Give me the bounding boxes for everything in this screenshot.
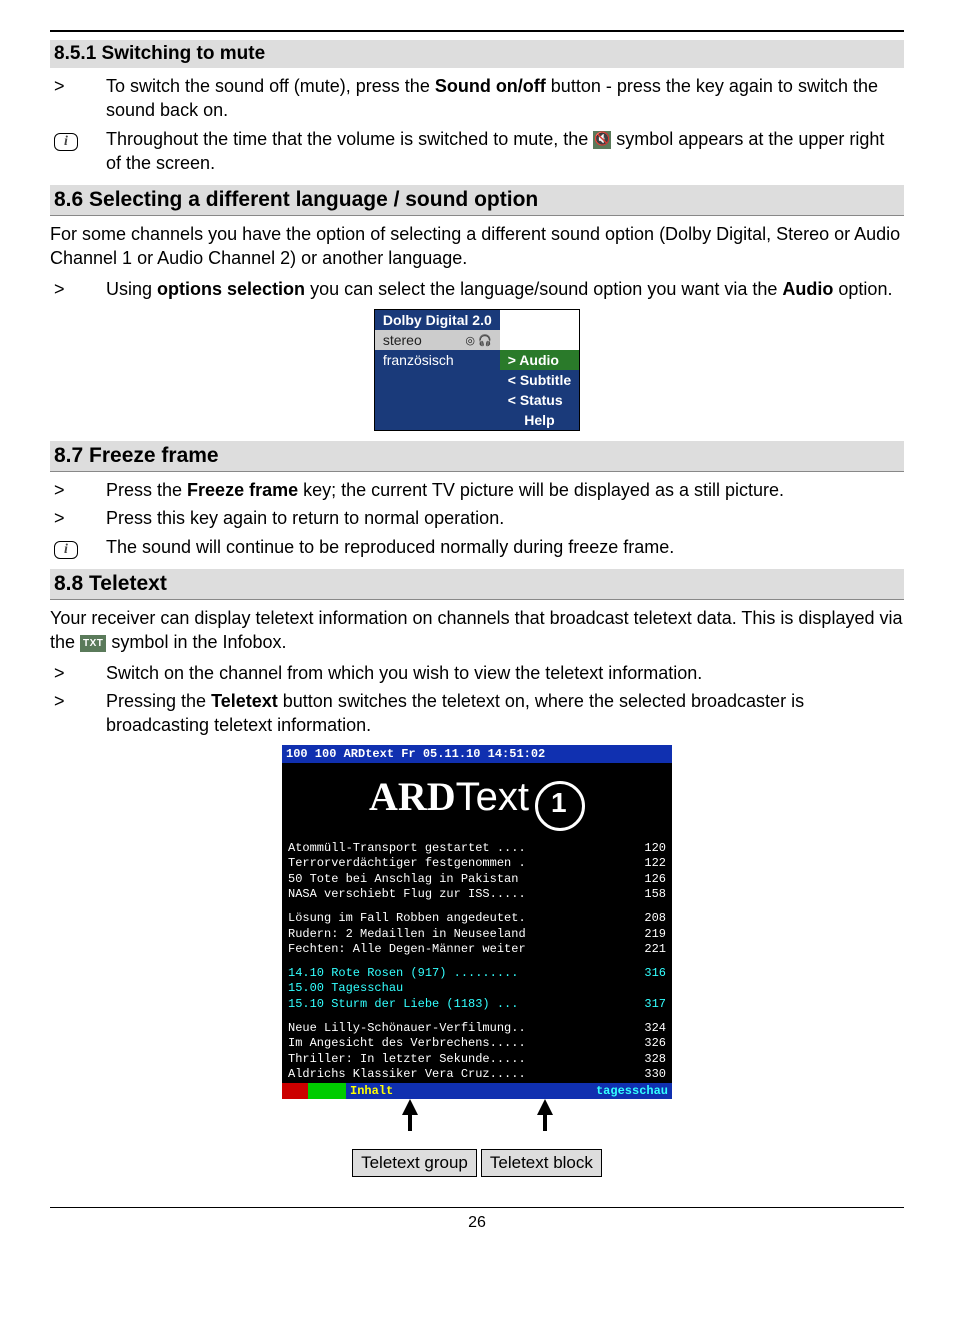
- teletext-line: 15.00 Tagesschau: [282, 981, 672, 997]
- teletext-line: 50 Tote bei Anschlag in Pakistan126: [282, 872, 672, 888]
- heading-87: 8.7 Freeze frame: [50, 441, 904, 472]
- text-87-1: Press the Freeze frame key; the current …: [106, 478, 904, 502]
- arrow-icon: [402, 1099, 418, 1115]
- text-88-1: Switch on the channel from which you wis…: [106, 661, 904, 685]
- arrow-icon: [537, 1099, 553, 1115]
- page-number: 26: [50, 1214, 904, 1232]
- menu-status[interactable]: < Status: [500, 390, 579, 410]
- teletext-screen: 100 100 ARDtext Fr 05.11.10 14:51:02 ARD…: [282, 745, 672, 1099]
- bullet-gt: >: [50, 478, 106, 502]
- text-851-1: To switch the sound off (mute), press th…: [106, 74, 904, 123]
- dolby-header: Dolby Digital 2.0: [375, 310, 500, 330]
- menu-subtitle[interactable]: < Subtitle: [500, 370, 579, 390]
- heading-88: 8.8 Teletext: [50, 569, 904, 600]
- teletext-bottom-bar: .P+Inhalttagesschau: [282, 1083, 672, 1099]
- teletext-line: 15.10 Sturm der Liebe (1183) ...317: [282, 997, 672, 1013]
- dolby-franz[interactable]: französisch: [375, 350, 500, 370]
- bullet-gt: >: [50, 506, 106, 530]
- text-88-2: Pressing the Teletext button switches th…: [106, 689, 904, 738]
- teletext-line: Thriller: In letzter Sekunde.....328: [282, 1052, 672, 1068]
- teletext-line: 14.10 Rote Rosen (917) .........316: [282, 966, 672, 982]
- menu-help[interactable]: Help: [500, 410, 579, 430]
- teletext-line: Fechten: Alle Degen-Männer weiter221: [282, 942, 672, 958]
- teletext-line: Im Angesicht des Verbrechens.....326: [282, 1036, 672, 1052]
- text-88-intro: Your receiver can display teletext infor…: [50, 606, 904, 655]
- menu-audio[interactable]: > Audio: [500, 350, 579, 370]
- teletext-line: NASA verschiebt Flug zur ISS.....158: [282, 887, 672, 903]
- info-icon: i: [54, 133, 78, 151]
- teletext-line: Aldrichs Klassiker Vera Cruz.....330: [282, 1067, 672, 1083]
- mute-icon: [593, 131, 611, 149]
- label-teletext-block: Teletext block: [481, 1149, 602, 1177]
- heading-86: 8.6 Selecting a different language / sou…: [50, 185, 904, 216]
- teletext-line: Neue Lilly-Schönauer-Verfilmung..324: [282, 1021, 672, 1037]
- bullet-gt: >: [50, 277, 106, 301]
- bullet-gt: >: [50, 689, 106, 738]
- bullet-gt: >: [50, 661, 106, 685]
- txt-icon: TXT: [80, 635, 106, 653]
- text-86-intro: For some channels you have the option of…: [50, 222, 904, 271]
- teletext-line: Atommüll-Transport gestartet ....120: [282, 841, 672, 857]
- heading-851: 8.5.1 Switching to mute: [50, 40, 904, 68]
- info-icon: i: [54, 541, 78, 559]
- text-851-2: Throughout the time that the volume is s…: [106, 127, 904, 176]
- text-87-3: The sound will continue to be reproduced…: [106, 535, 904, 559]
- text-87-2: Press this key again to return to normal…: [106, 506, 904, 530]
- teletext-line: Terrorverdächtiger festgenommen .122: [282, 856, 672, 872]
- teletext-line: Rudern: 2 Medaillen in Neuseeland219: [282, 927, 672, 943]
- bullet-gt: >: [50, 74, 106, 123]
- dolby-menu: Dolby Digital 2.0 stereo◎ 🎧 französisch>…: [374, 309, 580, 431]
- ard-logo: ARDText: [282, 763, 672, 840]
- dolby-stereo[interactable]: stereo: [375, 330, 446, 350]
- teletext-line: Lösung im Fall Robben angedeutet.208: [282, 911, 672, 927]
- label-teletext-group: Teletext group: [352, 1149, 477, 1177]
- text-86-1: Using options selection you can select t…: [106, 277, 904, 301]
- teletext-header: 100 100 ARDtext Fr 05.11.10 14:51:02: [282, 745, 672, 763]
